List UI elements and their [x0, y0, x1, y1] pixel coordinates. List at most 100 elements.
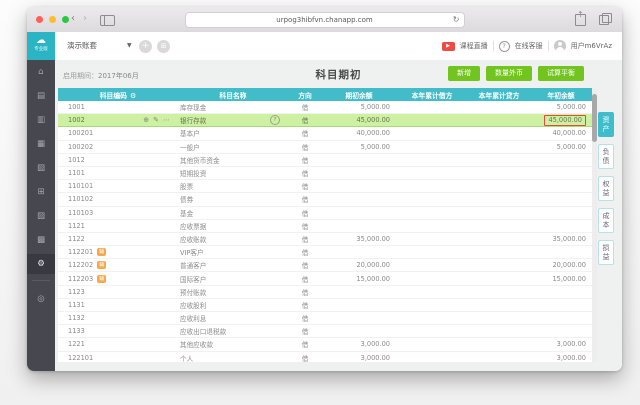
- table-row[interactable]: 1121 应收票据 借: [58, 219, 592, 233]
- chevron-down-icon[interactable]: ▼: [127, 32, 132, 60]
- cell-opening-balance[interactable]: 3,000.00: [322, 340, 396, 348]
- cell-year-begin-balance[interactable]: 20,000.00: [530, 261, 592, 269]
- add-button[interactable]: +: [139, 40, 152, 53]
- table-row[interactable]: 110103 基金 借: [58, 206, 592, 220]
- cell-opening-balance[interactable]: 40,000.00: [322, 129, 396, 137]
- sidebar-item-report[interactable]: ▦: [27, 132, 55, 156]
- sidebar-item-voucher[interactable]: ▤: [27, 84, 55, 108]
- cell-opening-balance[interactable]: 15,000.00: [322, 275, 396, 283]
- tab-损益[interactable]: 损益: [598, 240, 614, 265]
- cell-year-begin-balance[interactable]: 35,000.00: [530, 235, 592, 243]
- table-row[interactable]: 110102 债券 借: [58, 193, 592, 207]
- reload-icon[interactable]: ↻: [453, 13, 460, 27]
- account-code: 100201: [68, 129, 94, 138]
- table-row[interactable]: 1101 短期投资 借: [58, 166, 592, 181]
- apps-grid-button[interactable]: ⊞: [157, 40, 170, 53]
- app-logo[interactable]: ☁ 专业版: [27, 32, 55, 60]
- cell-year-begin-balance[interactable]: 3,000.00: [530, 354, 592, 362]
- tab-负债[interactable]: 负债: [598, 144, 614, 169]
- sidebar-item-invoice[interactable]: ⊞: [27, 180, 55, 204]
- cell-direction: 借: [301, 341, 309, 350]
- cell-name: 短期投资: [178, 168, 288, 178]
- table-row[interactable]: 1012 其他货币资金 借: [58, 153, 592, 167]
- account-name: 应收票据: [180, 222, 207, 231]
- year-begin-value: 3,000.00: [556, 340, 586, 349]
- table-row[interactable]: 110101 股票 借: [58, 180, 592, 194]
- back-button[interactable]: ‹: [71, 13, 75, 25]
- cell-opening-balance[interactable]: 35,000.00: [322, 235, 396, 243]
- cell-direction: 借: [301, 117, 309, 126]
- cell-year-begin-balance[interactable]: 3,000.00: [530, 340, 592, 348]
- edit-icon[interactable]: ✎: [153, 116, 159, 124]
- trial-balance-button[interactable]: 试算平衡: [538, 66, 584, 81]
- minimize-window-button[interactable]: [49, 16, 56, 23]
- username-label[interactable]: 用户m6VrAz: [571, 41, 612, 51]
- table-row[interactable]: 1122 应收账款 借 35,000.00 35,000.00: [58, 232, 592, 247]
- table-row[interactable]: 1001 库存现金 借 5,000.00 5,000.00: [58, 101, 592, 115]
- address-bar[interactable]: urpog3hibfvn.chanapp.com ↻: [184, 12, 465, 28]
- app-sidebar: ☁ 专业版 ⌂ ▤ ▥ ▦ ▧ ⊞ ▨ ▩ ⚙ ◎: [27, 32, 55, 371]
- scrollbar-thumb[interactable]: [592, 94, 597, 142]
- table-row[interactable]: 112202 辅普通客户借 20,000.00 20,000.00: [58, 259, 592, 273]
- account-set-dropdown[interactable]: 演示账套: [67, 32, 97, 60]
- share-icon[interactable]: [575, 10, 586, 26]
- account-name: 债券: [180, 196, 194, 205]
- sidebar-toggle-icon[interactable]: [100, 15, 115, 26]
- tab-char: 成: [602, 212, 610, 220]
- avatar[interactable]: [553, 40, 566, 52]
- browser-window: ‹ › urpog3hibfvn.chanapp.com ↻ ☁ 专业版 ⌂▤▥…: [27, 7, 622, 371]
- account-code: 112201: [68, 248, 94, 257]
- column-settings-icon[interactable]: ⚙: [130, 92, 136, 100]
- cell-opening-balance[interactable]: 5,000.00: [322, 143, 396, 151]
- new-button[interactable]: 新增: [448, 66, 480, 81]
- sidebar-item-fixed-assets[interactable]: ▩: [27, 228, 55, 252]
- sidebar-item-funds[interactable]: ▧: [27, 156, 55, 180]
- sidebar-item-home[interactable]: ⌂: [27, 60, 55, 84]
- table-row[interactable]: 1131 应收股利 借: [58, 298, 592, 312]
- table-row[interactable]: 112201 辅 VIP客户借: [58, 246, 592, 260]
- sidebar-item-salary[interactable]: ▨: [27, 204, 55, 228]
- cell-year-begin-balance[interactable]: 40,000.00: [530, 129, 592, 137]
- cell-direction: 借: [301, 301, 309, 310]
- year-begin-value: 20,000.00: [552, 261, 586, 270]
- tab-资产[interactable]: 资产: [598, 112, 614, 137]
- table-row[interactable]: 1123 预付账款 借: [58, 285, 592, 299]
- sidebar-item-ledger[interactable]: ▥: [27, 108, 55, 132]
- cell-name: 个人: [178, 353, 288, 362]
- cell-opening-balance[interactable]: 5,000.00: [322, 103, 396, 111]
- tab-成本[interactable]: 成本: [598, 208, 614, 233]
- table-row[interactable]: 100201 基本户 借 40,000.00 40,000.00: [58, 127, 592, 141]
- table-row[interactable]: 122101 个人 借 3,000.00 3,000.00: [58, 351, 592, 362]
- more-icon[interactable]: ⋯: [163, 116, 170, 124]
- cell-year-begin-balance[interactable]: 45,000.00: [530, 114, 592, 126]
- cell-direction: 借: [301, 222, 309, 231]
- cell-year-begin-balance[interactable]: 5,000.00: [530, 143, 592, 151]
- cell-opening-balance[interactable]: 3,000.00: [322, 354, 396, 362]
- table-row[interactable]: 1002 ⊕ ✎ ⋯ 银行存款? 借 45,000.00 45,000.00: [58, 114, 592, 128]
- zoom-window-button[interactable]: [62, 16, 69, 23]
- support-link[interactable]: 在线客服: [515, 41, 543, 51]
- show-tabs-icon[interactable]: [599, 13, 612, 25]
- table-row[interactable]: 1132 应收利息 借: [58, 312, 592, 326]
- cell-year-begin-balance[interactable]: 15,000.00: [530, 275, 592, 283]
- table-row[interactable]: 112203 辅国际客户借 15,000.00 15,000.00: [58, 272, 592, 286]
- cell-opening-balance[interactable]: 20,000.00: [322, 261, 396, 269]
- scrollbar-track[interactable]: [592, 88, 597, 362]
- cell-year-begin-balance[interactable]: 5,000.00: [530, 103, 592, 111]
- live-link[interactable]: 课程直播: [460, 41, 488, 51]
- table-row[interactable]: 1221 其他应收款 借 3,000.00 3,000.00: [58, 338, 592, 352]
- add-sub-account-icon[interactable]: ⊕: [143, 116, 149, 124]
- cell-direction: 借: [301, 275, 309, 284]
- cell-opening-balance[interactable]: 45,000.00: [322, 116, 396, 124]
- qty-currency-button[interactable]: 数量外币: [486, 66, 532, 81]
- cell-code: 1122: [58, 235, 178, 243]
- sidebar-item-promo[interactable]: ◎: [27, 287, 55, 311]
- table-row[interactable]: 1133 应收出口退税款 借: [58, 325, 592, 339]
- col-code: 科目编码 ⚙: [99, 91, 137, 100]
- table-row[interactable]: 100202 一般户 借 5,000.00 5,000.00: [58, 140, 592, 154]
- close-window-button[interactable]: [36, 16, 43, 23]
- tab-权益[interactable]: 权益: [598, 176, 614, 201]
- forward-button[interactable]: ›: [83, 13, 87, 25]
- sidebar-item-settings[interactable]: ⚙: [27, 254, 55, 274]
- help-icon[interactable]: ?: [270, 115, 280, 126]
